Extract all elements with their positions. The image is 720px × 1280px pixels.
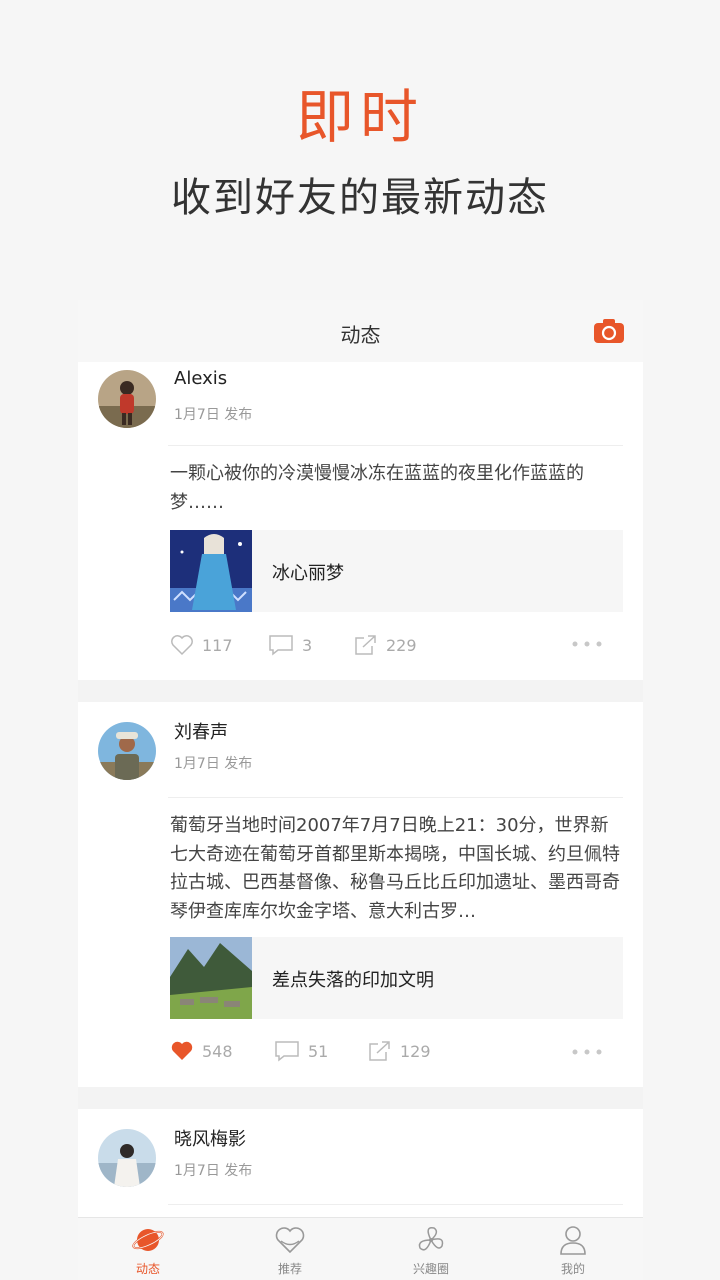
more-icon[interactable]	[571, 640, 603, 648]
like-button[interactable]: 117	[170, 634, 233, 656]
heart-outline-icon	[171, 635, 193, 656]
post-date: 1月7日 发布	[174, 407, 253, 423]
share-count: 229	[386, 635, 417, 655]
comment-button[interactable]: 51	[274, 1040, 328, 1062]
person-icon	[560, 1226, 586, 1255]
tab-label: 动态	[135, 1262, 160, 1276]
tab-recommend[interactable]: 推荐	[240, 1224, 340, 1277]
post-card[interactable]: Alexis 1月7日 发布 一颗心被你的冷漠慢慢冰冻在蓝蓝的夜里化作蓝蓝的梦……	[78, 362, 643, 680]
like-button[interactable]: 548	[170, 1040, 233, 1062]
link-title: 冰心丽梦	[272, 563, 344, 584]
share-button[interactable]: 229	[354, 634, 417, 656]
planet-icon	[132, 1229, 164, 1251]
link-title: 差点失落的印加文明	[272, 970, 434, 991]
tab-interest[interactable]: 兴趣圈	[381, 1224, 481, 1277]
avatar[interactable]	[98, 370, 156, 428]
username[interactable]: 刘春声	[174, 718, 228, 744]
username[interactable]: 晓风梅影	[174, 1125, 246, 1151]
username[interactable]: Alexis	[174, 368, 227, 389]
tab-dynamic[interactable]: 动态	[98, 1224, 198, 1277]
link-thumbnail	[170, 530, 252, 612]
divider	[168, 445, 623, 446]
comment-icon	[275, 1041, 299, 1062]
share-icon	[355, 635, 376, 655]
navbar: 动态	[78, 300, 643, 363]
shared-link[interactable]: 差点失落的印加文明	[170, 937, 623, 1019]
tab-label: 推荐	[277, 1262, 302, 1276]
more-icon[interactable]	[571, 1048, 603, 1056]
hero-title: 即时	[295, 83, 424, 151]
tab-mine[interactable]: 我的	[523, 1224, 623, 1277]
tab-label: 我的	[560, 1262, 585, 1276]
tab-label: 兴趣圈	[412, 1262, 449, 1276]
comment-count: 51	[308, 1041, 329, 1061]
pinwheel-icon	[418, 1227, 444, 1251]
like-count: 117	[202, 635, 233, 655]
comment-icon	[269, 635, 293, 656]
avatar[interactable]	[98, 722, 156, 780]
share-button[interactable]: 129	[368, 1040, 431, 1062]
comment-count: 3	[302, 635, 313, 655]
post-text[interactable]: 一颗心被你的冷漠慢慢冰冻在蓝蓝的夜里化作蓝蓝的梦……	[170, 460, 625, 517]
avatar[interactable]	[98, 1129, 156, 1187]
divider	[168, 1204, 623, 1205]
divider	[168, 797, 623, 798]
shared-link[interactable]: 冰心丽梦	[170, 530, 623, 612]
heart-filled-icon	[171, 1041, 193, 1060]
post-date: 1月7日 发布	[174, 756, 253, 772]
post-text[interactable]: 葡萄牙当地时间2007年7月7日晚上21：30分，世界新七大奇迹在葡萄牙首都里斯…	[170, 812, 625, 926]
nav-title: 动态	[340, 323, 381, 347]
heart-icon	[275, 1227, 305, 1254]
comment-button[interactable]: 3	[268, 634, 312, 656]
post-date: 1月7日 发布	[174, 1163, 253, 1179]
camera-icon[interactable]	[593, 318, 625, 344]
share-icon	[369, 1041, 390, 1061]
tab-bar: 动态 推荐 兴趣圈 我的	[78, 1217, 643, 1280]
post-card[interactable]: 刘春声 1月7日 发布 葡萄牙当地时间2007年7月7日晚上21：30分，世界新…	[78, 702, 643, 1087]
link-thumbnail	[170, 937, 252, 1019]
share-count: 129	[400, 1041, 431, 1061]
phone-screen: 动态 Alexis 1月7日 发布 一颗心被你的冷漠慢慢冰冻在蓝蓝的夜里化作蓝蓝…	[78, 300, 643, 1280]
like-count: 548	[202, 1041, 233, 1061]
hero-subtitle: 收到好友的最新动态	[171, 175, 549, 221]
